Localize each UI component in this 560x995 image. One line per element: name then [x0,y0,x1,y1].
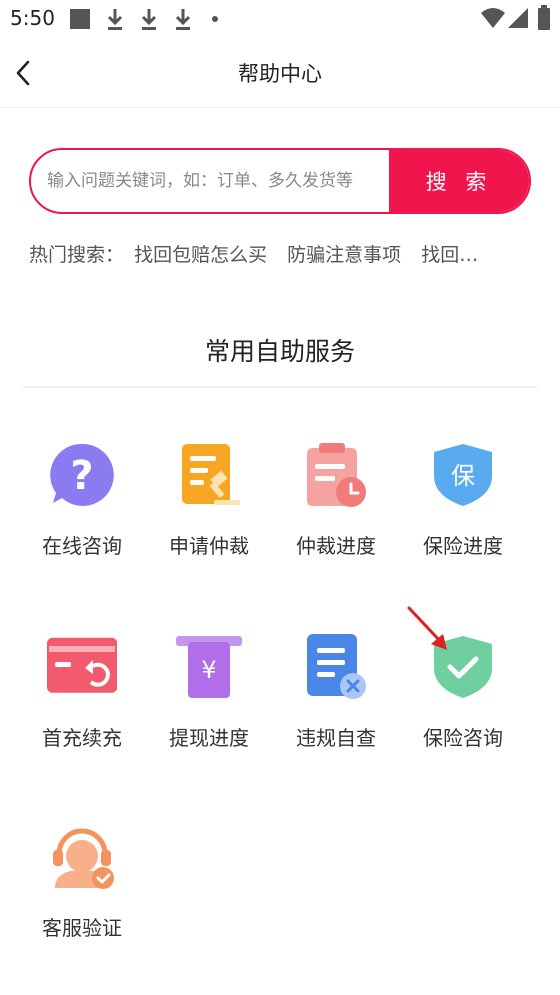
search-button[interactable]: 搜 索 [389,150,529,212]
search-box: 搜 索 [29,148,531,214]
download-icon [107,9,123,30]
service-label: 保险咨询 [423,726,503,750]
more-notifications-icon [212,16,218,22]
service-first-recharge[interactable]: 首充续充 [17,632,147,751]
download-icon [175,9,191,30]
service-label: 违规自查 [296,726,376,750]
withdraw-icon: ¥ [176,636,242,698]
service-label: 保险进度 [423,534,503,558]
svg-text:¥: ¥ [201,656,216,684]
status-time: 5:50 [10,6,55,30]
status-bar: 5:50 [0,0,560,38]
service-label: 仲裁进度 [296,534,376,558]
download-icon [141,9,157,30]
service-apply-arbitration[interactable]: 申请仲裁 [144,440,274,559]
service-online-consult[interactable]: ? 在线咨询 [17,440,147,559]
service-label: 首充续充 [42,726,122,750]
hot-search-item[interactable]: 找回… [421,244,478,266]
service-withdraw-progress[interactable]: ¥ 提现进度 [144,632,274,751]
svg-text:?: ? [70,453,93,499]
service-label: 申请仲裁 [169,534,249,558]
hot-search-label: 热门搜索： [29,244,125,266]
service-customer-verify[interactable]: 客服验证 [17,822,147,941]
service-insurance-progress[interactable]: 保 保险进度 [398,440,528,559]
shield-bao-icon: 保 [434,444,492,506]
service-label: 在线咨询 [42,534,122,558]
header: 帮助中心 [0,38,560,108]
customer-service-icon [53,828,114,889]
document-x-icon [307,634,366,699]
service-violation-check[interactable]: 违规自查 [271,632,401,751]
signal-icon [508,8,528,28]
search-input[interactable] [31,150,391,212]
service-label: 提现进度 [169,726,249,750]
page-title: 帮助中心 [238,62,322,86]
card-recharge-icon [47,637,117,693]
battery-icon [538,5,550,30]
annotation-arrow-icon [407,606,447,650]
service-arbitration-progress[interactable]: 仲裁进度 [271,440,401,559]
service-label: 客服验证 [42,916,122,940]
hot-search-item[interactable]: 找回包赔怎么买 [134,244,267,266]
section-title: 常用自助服务 [204,337,355,366]
hot-search-item[interactable]: 防骗注意事项 [287,244,401,266]
wifi-icon [481,8,505,28]
section-divider [23,386,537,388]
arbitration-icon [182,444,240,505]
notification-icon [70,9,90,29]
question-icon: ? [50,443,114,506]
svg-text:保: 保 [451,462,475,490]
hot-search-row: 热门搜索： 找回包赔怎么买 防骗注意事项 找回… [29,240,539,270]
clipboard-clock-icon [307,443,366,507]
